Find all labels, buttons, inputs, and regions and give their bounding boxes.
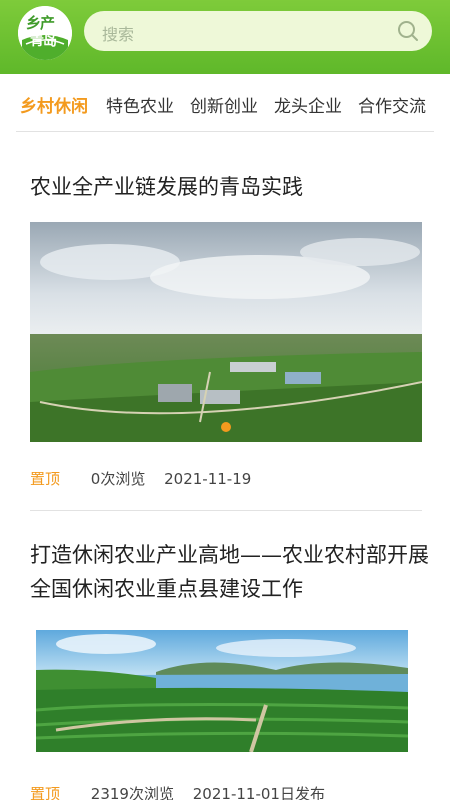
article-image[interactable] [30,222,422,442]
article-meta: 置顶 0次浏览 2021-11-19 [30,468,251,489]
tab-rural-leisure[interactable]: 乡村休闲 [20,92,88,117]
article-title[interactable]: 农业全产业链发展的青岛实践 [30,170,430,204]
article-title[interactable]: 打造休闲农业产业高地——农业农村部开展全国休闲农业重点县建设工作 [30,538,430,606]
article-image[interactable] [36,630,408,752]
publish-date: 2021-11-01日发布 [192,785,325,800]
search-input[interactable]: 搜索 [84,11,432,51]
app-header: 乡产 青岛 搜索 [0,0,450,74]
tabs-divider [16,131,434,132]
category-tabs: 乡村休闲 特色农业 创新创业 龙头企业 合作交流 [0,74,450,132]
view-count: 0次浏览 [90,470,146,488]
article-divider [30,510,422,511]
article-meta: 置顶 2319次浏览 2021-11-01日发布 [30,783,325,800]
logo-text-bottom: 青岛 [30,33,57,49]
view-count: 2319次浏览 [90,785,174,800]
search-icon[interactable] [396,19,420,43]
tab-innovation[interactable]: 创新创业 [190,92,258,117]
tab-leading-enterprises[interactable]: 龙头企业 [274,92,342,117]
pinned-badge: 置顶 [30,785,61,800]
tab-specialty-agriculture[interactable]: 特色农业 [106,92,174,117]
pinned-badge: 置顶 [30,470,61,488]
carousel-indicator[interactable] [221,422,231,432]
publish-date: 2021-11-19 [164,470,252,488]
app-logo[interactable]: 乡产 青岛 [18,6,72,60]
tab-cooperation[interactable]: 合作交流 [358,92,426,117]
search-placeholder: 搜索 [102,25,135,44]
